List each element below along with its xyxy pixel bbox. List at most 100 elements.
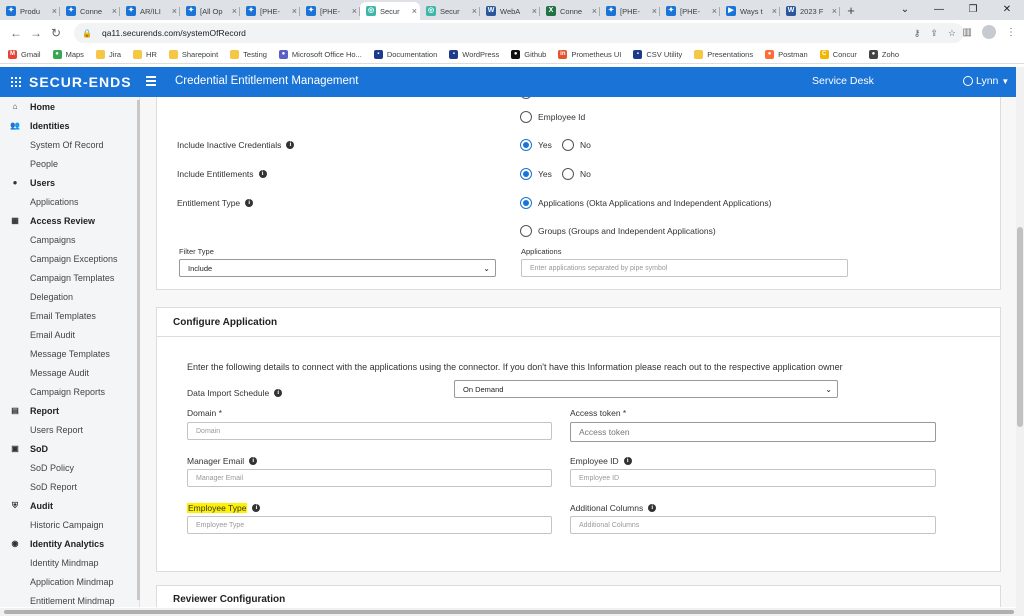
key-icon[interactable]: ⚷ [914,28,921,39]
browser-tab[interactable]: W 2023 F × [780,2,840,20]
filter-type-select[interactable]: Include ⌄ [179,259,496,277]
browser-tab[interactable]: ✦ Produ × [0,2,60,20]
close-icon[interactable]: × [52,6,57,16]
sidebar-item-campaigns[interactable]: Campaigns [0,230,139,249]
service-desk-link[interactable]: Service Desk [812,75,874,87]
sidebar-item-campaign-reports[interactable]: Campaign Reports [0,382,139,401]
radio-button[interactable] [520,97,532,99]
browser-tab[interactable]: W WebA × [480,2,540,20]
radio-button[interactable] [520,111,532,123]
sidebar-item-users-report[interactable]: Users Report [0,420,139,439]
sidebar-item-delegation[interactable]: Delegation [0,287,139,306]
scroll-thumb[interactable] [4,610,1014,614]
sidebar-item-access-review[interactable]: ▦ Access Review [0,211,139,230]
sidepanel-icon[interactable]: ▥ [963,27,972,38]
close-icon[interactable]: × [232,6,237,16]
close-icon[interactable]: × [832,6,837,16]
browser-tab[interactable]: ✦ Conne × [60,2,120,20]
radio-entitlement-apps[interactable]: Applications (Okta Applications and Inde… [520,197,771,209]
info-icon[interactable]: i [249,457,258,465]
close-icon[interactable]: × [112,6,117,16]
new-tab-plus-icon[interactable]: + [840,2,862,20]
close-icon[interactable]: × [352,6,357,16]
sidebar-item-people[interactable]: People [0,154,139,173]
bookmark-item[interactable]: ▪ CSV Utility [633,50,682,59]
browser-tab[interactable]: X Conne × [540,2,600,20]
sidebar-item-applications[interactable]: Applications [0,192,139,211]
browser-tab[interactable]: ◎ Secur × [360,2,420,20]
sidebar-item-campaign-exceptions[interactable]: Campaign Exceptions [0,249,139,268]
sidebar-item-message-templates[interactable]: Message Templates [0,344,139,363]
chevron-down-icon[interactable]: ⌄ [888,0,922,20]
url-field[interactable]: 🔒 qa11.securends.com/systemOfRecord ⚷ ⇪ … [74,23,964,43]
bookmark-item[interactable]: C Concur [819,50,857,59]
reload-icon[interactable]: ↻ [46,26,66,40]
applications-input[interactable]: Enter applications separated by pipe sym… [521,259,848,277]
info-icon[interactable]: i [286,141,295,149]
info-icon[interactable]: i [274,389,283,397]
bookmark-item[interactable]: Jira [95,50,121,59]
close-icon[interactable]: × [772,6,777,16]
restore-icon[interactable]: ❐ [956,0,990,20]
radio-button[interactable] [562,168,574,180]
radio-inactive-no[interactable]: No [562,139,591,151]
bookmark-item[interactable]: ▪ Documentation [373,50,437,59]
additional-columns-input[interactable]: Additional Columns [570,516,936,534]
browser-tab[interactable]: ✦ [PHE- × [600,2,660,20]
sidebar-item-sod-report[interactable]: SoD Report [0,477,139,496]
bookmark-item[interactable]: HR [133,50,157,59]
close-icon[interactable]: × [652,6,657,16]
minimize-icon[interactable]: — [922,0,956,20]
radio-cutoff[interactable] [520,97,532,99]
sidebar-item-home[interactable]: ⌂ Home [0,97,139,116]
forward-icon[interactable]: → [26,26,46,40]
sidebar-item-historic-campaign[interactable]: Historic Campaign [0,515,139,534]
access-token-input[interactable]: Access token [570,422,936,442]
sidebar-item-identities[interactable]: 👥 Identities [0,116,139,135]
radio-entitlements-no[interactable]: No [562,168,591,180]
info-icon[interactable]: i [258,170,267,178]
browser-tab[interactable]: ◎ Secur × [420,2,480,20]
sidebar-item-sod-policy[interactable]: SoD Policy [0,458,139,477]
sidebar-item-identity-mindmap[interactable]: Identity Mindmap [0,553,139,572]
bookmark-item[interactable]: ▪ WordPress [449,50,499,59]
radio-inactive-yes[interactable]: Yes [520,139,552,151]
radio-button[interactable] [562,139,574,151]
app-grid-icon[interactable] [11,77,21,87]
sidebar-item-campaign-templates[interactable]: Campaign Templates [0,268,139,287]
bookmark-item[interactable]: Sharepoint [168,50,218,59]
share-icon[interactable]: ⇪ [930,28,938,39]
brand-logo[interactable]: SECUR-ENDS [29,74,132,90]
radio-button-selected[interactable] [520,168,532,180]
domain-input[interactable]: Domain [187,422,552,440]
browser-tab[interactable]: ✦ [PHE- × [240,2,300,20]
user-menu[interactable]: Lynn ▼ [963,75,1009,87]
hamburger-menu-icon[interactable] [146,76,156,88]
close-icon[interactable]: × [292,6,297,16]
browser-tab[interactable]: ▶ Ways t × [720,2,780,20]
browser-tab[interactable]: ✦ [PHE- × [300,2,360,20]
manager-email-input[interactable]: Manager Email [187,469,552,487]
profile-avatar[interactable] [982,25,996,39]
sidebar-item-system-of-record[interactable]: System Of Record [0,135,139,154]
lock-icon[interactable]: 🔒 [82,29,92,38]
bookmark-item[interactable]: M Gmail [8,50,41,59]
employee-id-input[interactable]: Employee ID [570,469,936,487]
menu-kebab-icon[interactable]: ⋮ [1006,27,1016,38]
sidebar-item-report[interactable]: ▤ Report [0,401,139,420]
star-icon[interactable]: ☆ [948,28,956,39]
sidebar-item-entitlement-mindmap[interactable]: Entitlement Mindmap [0,591,139,607]
info-icon[interactable]: i [252,504,261,512]
info-icon[interactable]: i [648,504,657,512]
bookmark-item[interactable]: in Prometheus UI [558,50,621,59]
page-vertical-scrollbar[interactable] [1016,67,1024,608]
bookmark-item[interactable]: ● Microsoft Office Ho... [278,50,362,59]
sidebar-item-email-templates[interactable]: Email Templates [0,306,139,325]
sidebar-item-users[interactable]: ● Users [0,173,139,192]
sidebar-item-message-audit[interactable]: Message Audit [0,363,139,382]
browser-tab[interactable]: ✦ AR/ILI × [120,2,180,20]
info-icon[interactable]: i [623,457,632,465]
employee-type-input[interactable]: Employee Type [187,516,552,534]
browser-tab[interactable]: ✦ [PHE- × [660,2,720,20]
close-icon[interactable]: × [532,6,537,16]
